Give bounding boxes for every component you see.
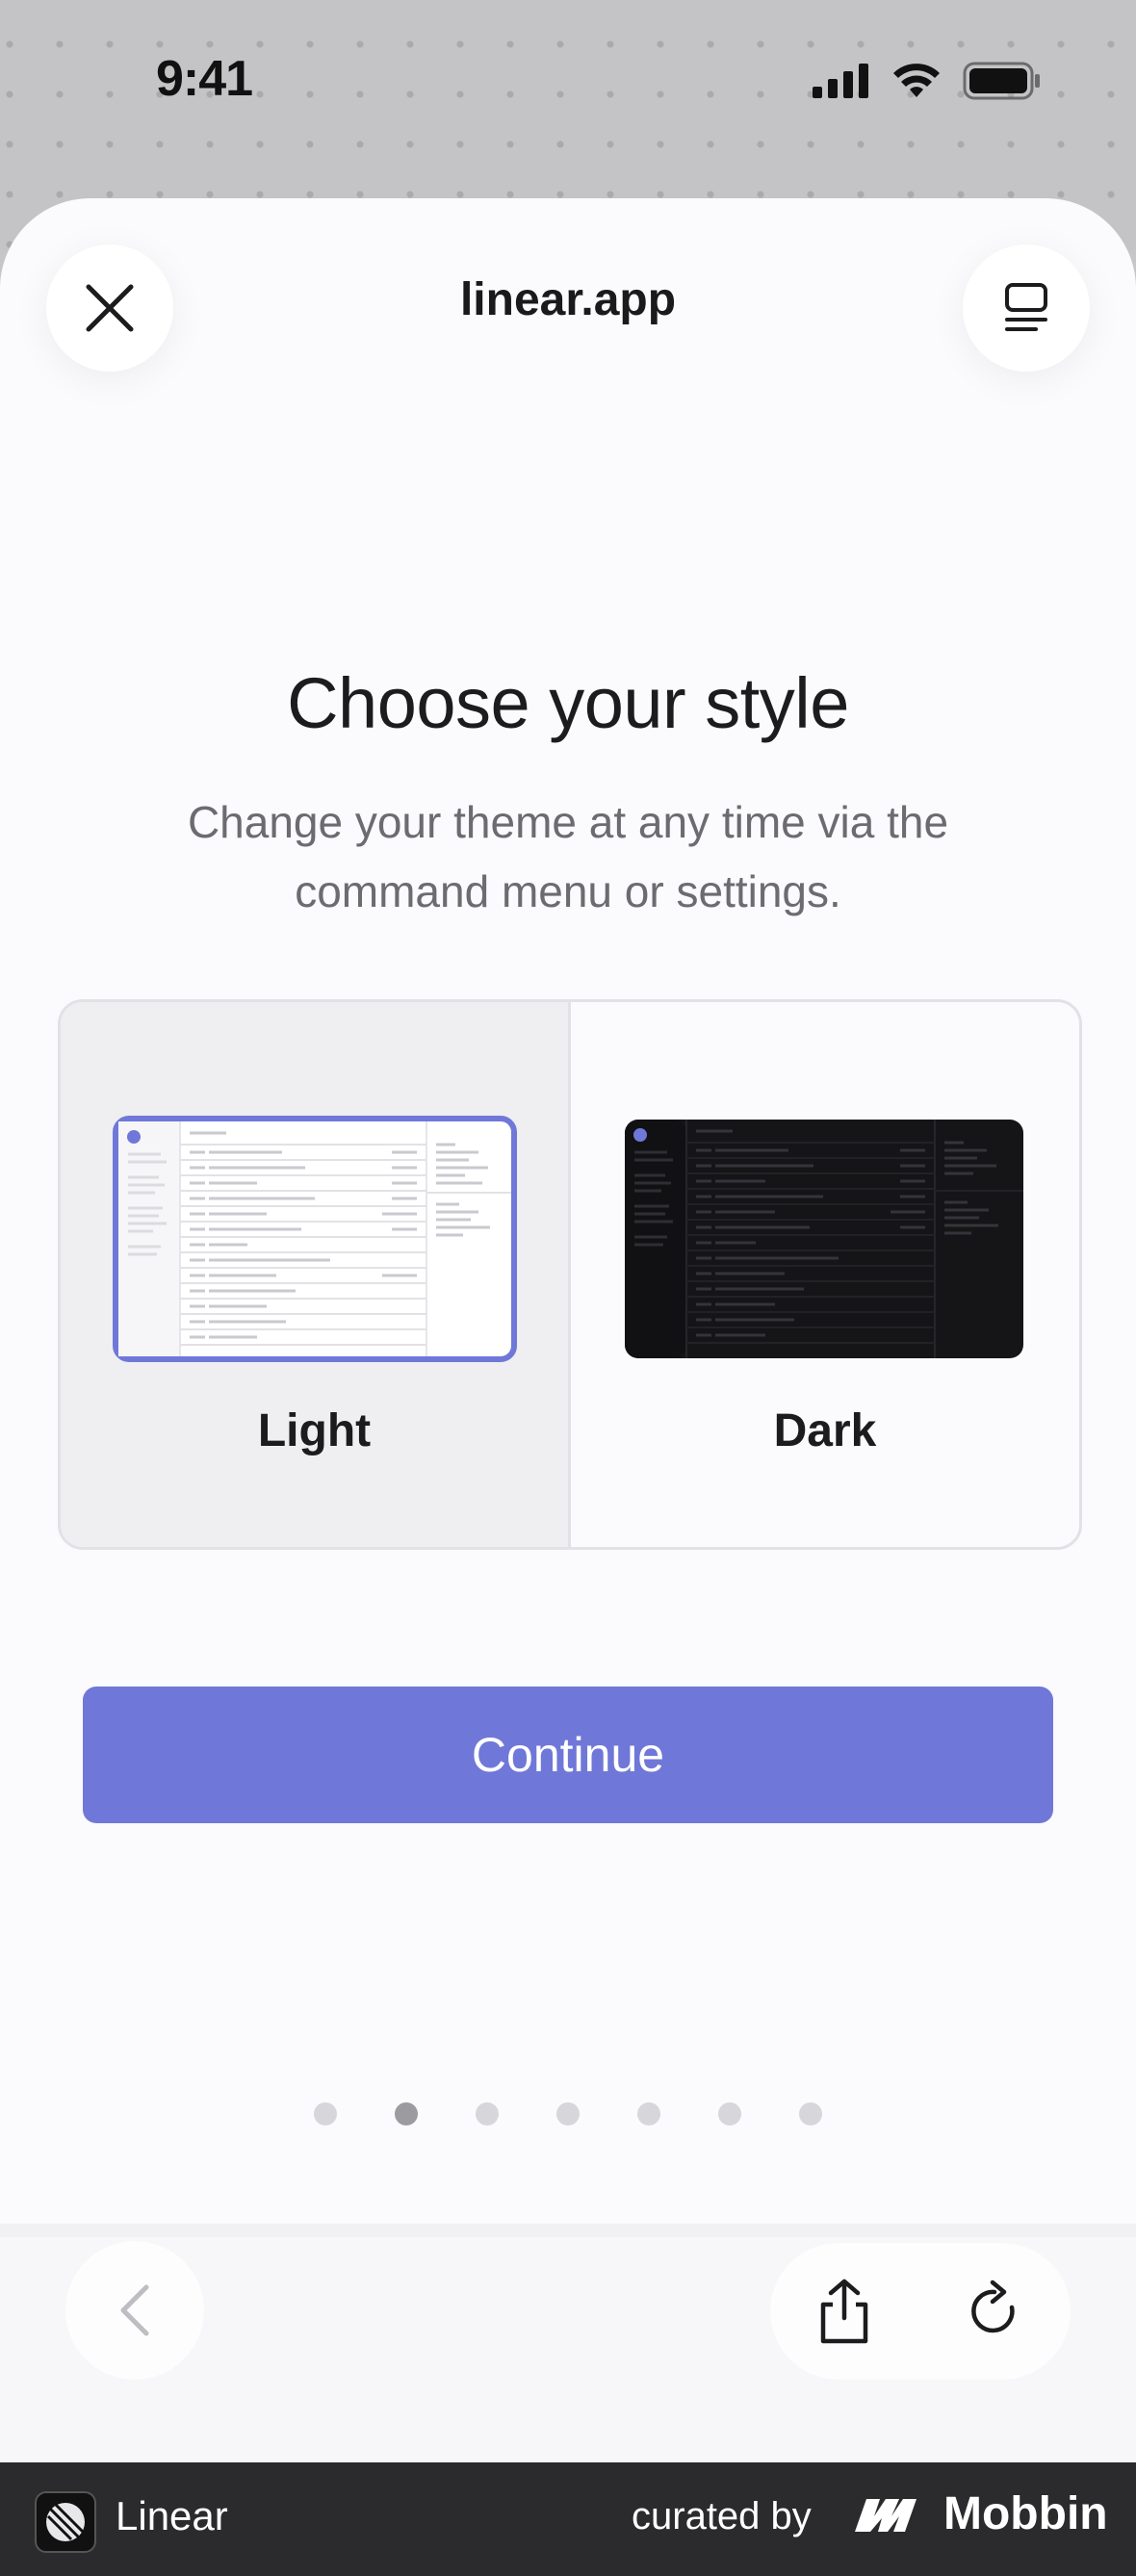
page-dot	[476, 2102, 499, 2125]
mobbin-mark-icon	[855, 2498, 917, 2532]
light-theme-preview	[113, 1116, 517, 1362]
battery-icon	[963, 62, 1040, 100]
dark-theme-preview	[625, 1120, 1023, 1358]
page-dot	[799, 2102, 822, 2125]
mobbin-brand: Mobbin	[943, 2488, 1108, 2539]
page-subtitle: Change your theme at any time via the co…	[187, 797, 949, 916]
theme-label-light: Light	[257, 1405, 372, 1456]
theme-option-light[interactable]: Light	[61, 1002, 571, 1547]
linear-logo-icon	[35, 2491, 96, 2553]
theme-label-dark: Dark	[773, 1405, 877, 1456]
page-dot	[637, 2102, 660, 2125]
page-dot-active	[395, 2102, 418, 2125]
curated-by-label: curated by	[632, 2495, 812, 2537]
theme-option-dark[interactable]: Dark	[571, 1002, 1079, 1547]
footer-bar: Linear curated by Mobbin	[0, 2462, 1136, 2576]
reload-icon[interactable]	[964, 2279, 1025, 2344]
mobbin-logo: Mobbin	[853, 2487, 1108, 2540]
continue-button[interactable]: Continue	[83, 1687, 1053, 1823]
signal-icon	[813, 64, 868, 98]
tabs-icon	[1005, 283, 1047, 331]
page-dot	[314, 2102, 337, 2125]
back-button[interactable]	[65, 2241, 204, 2380]
tabs-button[interactable]	[963, 245, 1090, 372]
wifi-icon	[893, 64, 940, 97]
theme-selector: Light Dark	[58, 999, 1082, 1550]
status-bar: 9:41	[0, 0, 1136, 173]
toolbar-actions	[770, 2243, 1071, 2380]
app-name: Linear	[116, 2493, 228, 2538]
page-dot	[718, 2102, 741, 2125]
status-icons	[813, 60, 1042, 102]
pagination-dots	[0, 2102, 1136, 2125]
page-title: Choose your style	[287, 663, 849, 743]
chevron-left-icon	[120, 2284, 149, 2336]
status-time: 9:41	[156, 51, 253, 107]
page-dot	[556, 2102, 580, 2125]
share-icon[interactable]	[815, 2278, 873, 2345]
